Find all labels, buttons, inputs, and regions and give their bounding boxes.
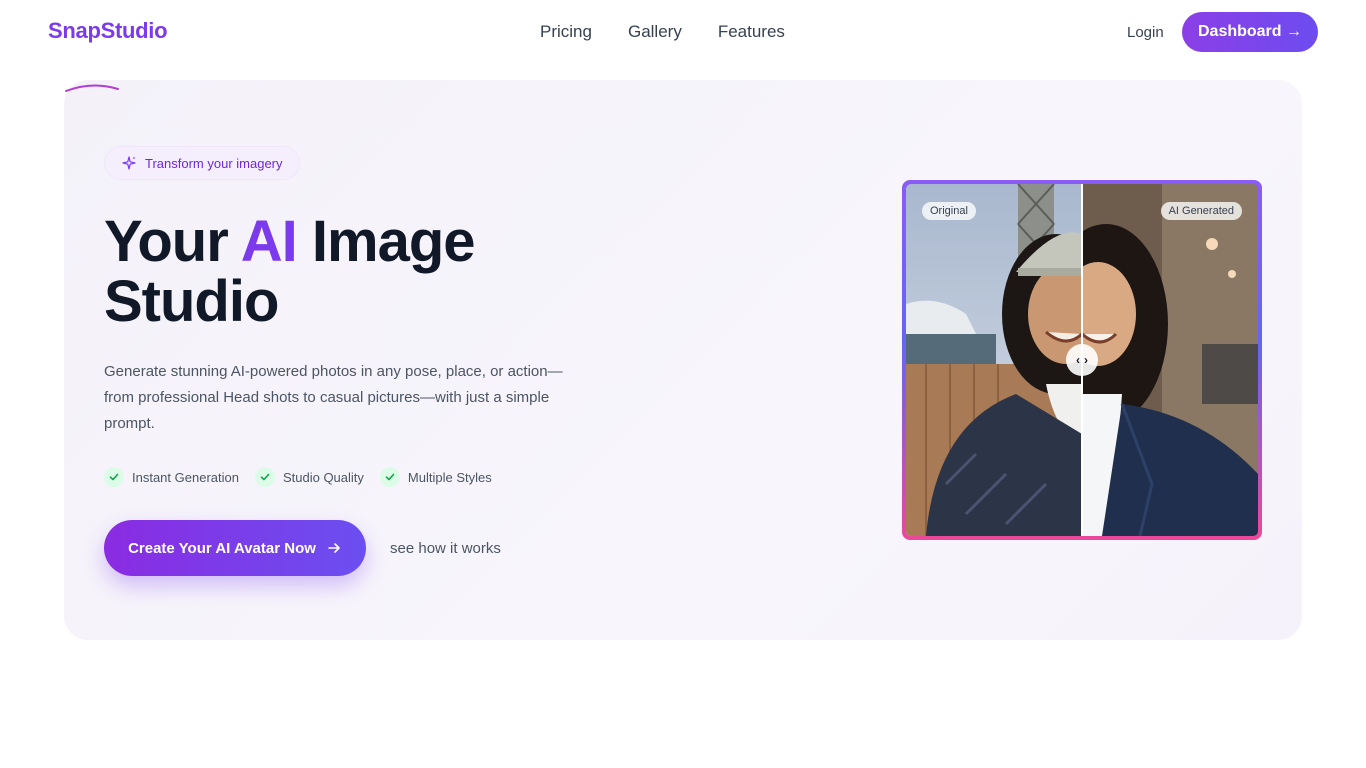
page-title: Your AI Image Studio (104, 209, 476, 334)
cta-label: Create Your AI Avatar Now (128, 539, 316, 557)
check-icon (104, 467, 124, 487)
hero-description: Generate stunning AI-powered photos in a… (104, 363, 563, 432)
before-after-comparison[interactable]: Original AI Generated ‹ › (902, 180, 1262, 540)
badge-text: Transform your imagery (145, 155, 283, 171)
ai-generated-photo (1082, 184, 1258, 536)
site-header: SnapStudio Pricing Gallery Features Logi… (0, 0, 1366, 64)
check-icon (254, 467, 275, 487)
feature-label: Instant Generation (132, 469, 239, 485)
title-ai-highlight: AI (240, 209, 298, 274)
sparkle-icon (122, 156, 136, 170)
original-photo (906, 184, 1082, 536)
original-label: Original (922, 202, 976, 220)
chevron-left-icon: ‹ (1076, 353, 1080, 367)
feature-item: Studio Quality (254, 467, 364, 487)
title-line-2: Studio (104, 269, 279, 334)
comparison-slider-handle[interactable]: ‹ › (1066, 344, 1098, 376)
hero-badge: Transform your imagery (104, 146, 300, 180)
create-avatar-button[interactable]: Create Your AI Avatar Now (104, 520, 366, 576)
feature-list: Instant Generation Studio Quality Multip… (104, 467, 492, 487)
chevron-right-icon: › (1084, 353, 1088, 367)
feature-label: Studio Quality (282, 469, 364, 485)
ai-generated-label: AI Generated (1160, 202, 1242, 220)
hero-section: Transform your imagery Your AI Image Stu… (64, 80, 1302, 640)
feature-item: Multiple Styles (379, 467, 492, 487)
logo[interactable]: SnapStudio (48, 18, 168, 44)
arrow-right-icon (328, 543, 340, 553)
check-icon (379, 467, 400, 487)
nav-gallery[interactable]: Gallery (628, 22, 682, 42)
main-nav: Pricing Gallery Features (540, 22, 785, 42)
nav-features[interactable]: Features (718, 22, 785, 42)
login-link[interactable]: Login (1127, 24, 1164, 41)
title-part-2: Image (296, 209, 476, 274)
comparison-viewport: Original AI Generated ‹ › (906, 184, 1258, 536)
nav-pricing[interactable]: Pricing (540, 22, 592, 42)
ai-underline-decoration (65, 84, 119, 92)
title-part-1: Your (104, 209, 241, 274)
feature-item: Instant Generation (104, 467, 239, 487)
dashboard-button[interactable]: Dashboard → (1182, 12, 1318, 52)
see-how-it-works-link[interactable]: see how it works (390, 540, 501, 557)
feature-label: Multiple Styles (407, 469, 492, 485)
